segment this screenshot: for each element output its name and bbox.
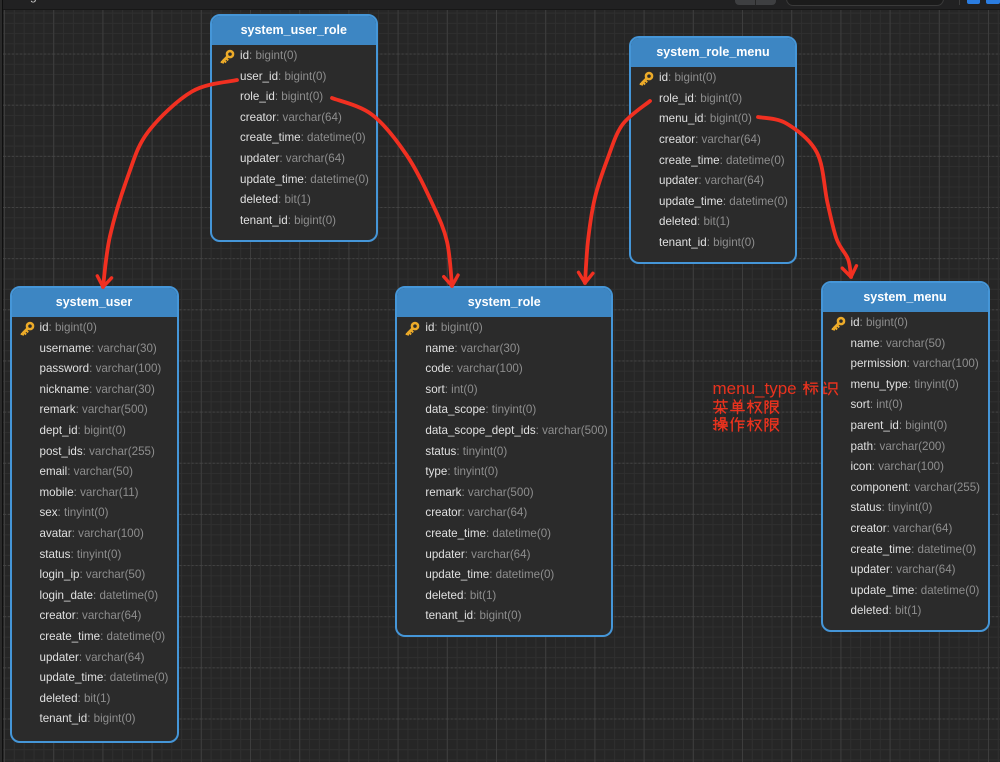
- svg-text:menu_type: menu_type: [713, 379, 797, 398]
